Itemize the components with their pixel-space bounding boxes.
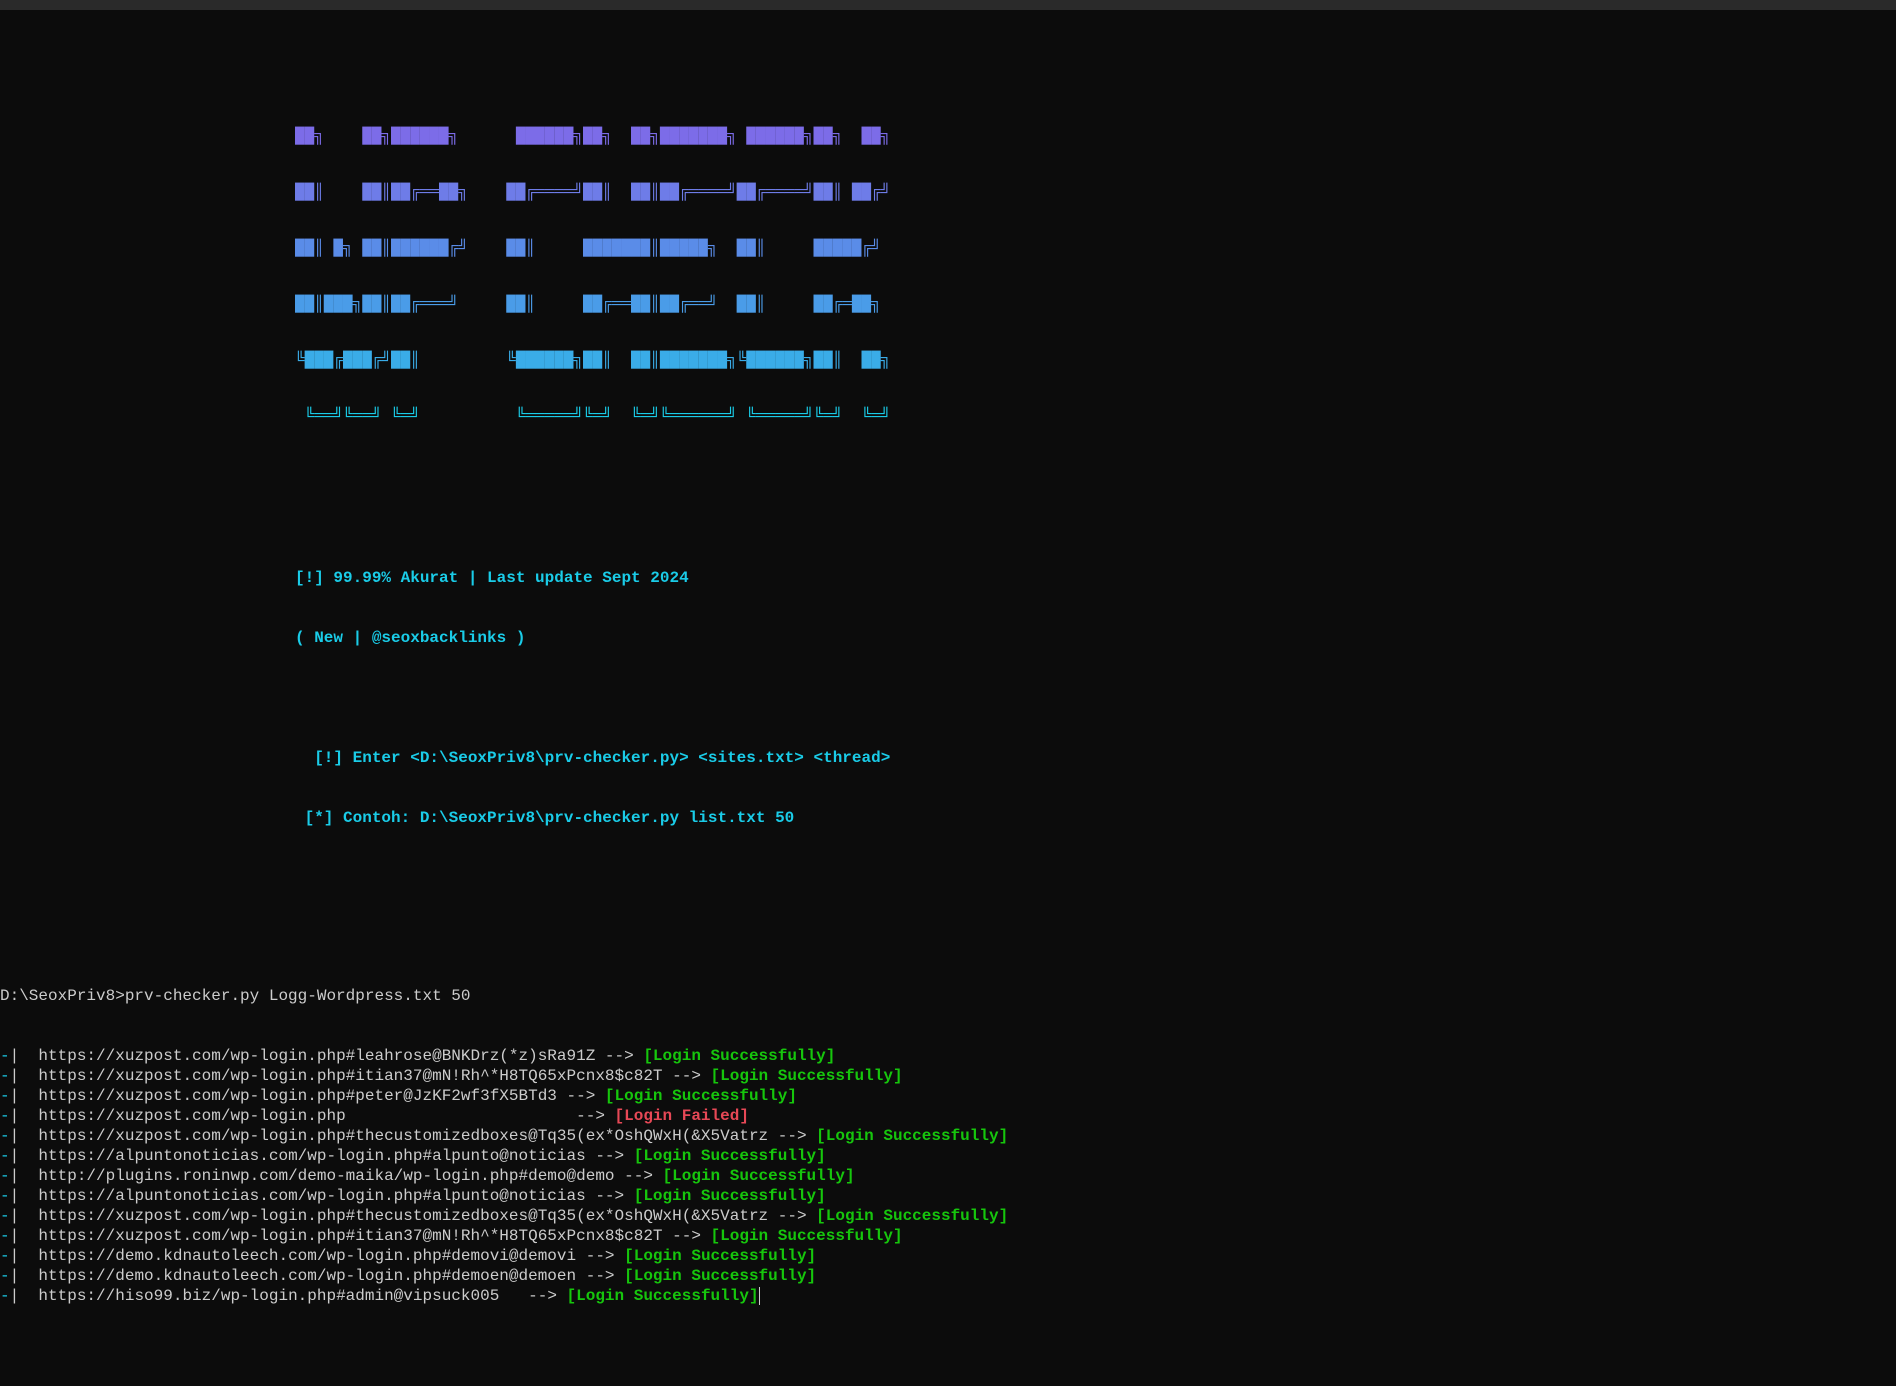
status-success: [Login Successfully] <box>567 1287 759 1305</box>
command-prompt: D:\SeoxPriv8>prv-checker.py Logg-Wordpre… <box>0 986 1896 1006</box>
info-usage: [!] Enter <D:\SeoxPriv8\prv-checker.py> … <box>295 748 1896 768</box>
info-block: [!] 99.99% Akurat | Last update Sept 202… <box>0 524 1896 868</box>
row-arrow: --> <box>672 1067 710 1085</box>
result-row: -| https://hiso99.biz/wp-login.php#admin… <box>0 1286 1896 1306</box>
row-arrow: --> <box>778 1127 816 1145</box>
row-dash: - <box>0 1267 10 1285</box>
row-dash: - <box>0 1187 10 1205</box>
window-titlebar <box>0 0 1896 10</box>
result-row: -| http://plugins.roninwp.com/demo-maika… <box>0 1166 1896 1186</box>
row-dash: - <box>0 1287 10 1305</box>
row-arrow: --> <box>778 1207 816 1225</box>
info-credits: ( New | @seoxbacklinks ) <box>295 628 1896 648</box>
row-arrow: --> <box>576 1107 614 1125</box>
status-success: [Login Successfully] <box>634 1147 826 1165</box>
row-dash: - <box>0 1047 10 1065</box>
info-accuracy: [!] 99.99% Akurat | Last update Sept 202… <box>295 568 1896 588</box>
row-url: https://xuzpost.com/wp-login.php#thecust… <box>38 1127 777 1145</box>
status-success: [Login Successfully] <box>605 1087 797 1105</box>
row-dash: - <box>0 1147 10 1165</box>
row-pipe: | <box>10 1267 39 1285</box>
row-arrow: --> <box>595 1187 633 1205</box>
row-dash: - <box>0 1067 10 1085</box>
banner-line: ██║ █╗ ██║██████╔╝ ██║ ███████║█████╗ ██… <box>295 240 1896 256</box>
row-dash: - <box>0 1087 10 1105</box>
row-url: https://xuzpost.com/wp-login.php#itian37… <box>38 1227 672 1245</box>
status-success: [Login Successfully] <box>816 1127 1008 1145</box>
row-dash: - <box>0 1207 10 1225</box>
banner-line: ██║ ██║██╔══██╗ ██╔════╝██║ ██║██╔════╝█… <box>295 184 1896 200</box>
output-block: D:\SeoxPriv8>prv-checker.py Logg-Wordpre… <box>0 928 1896 1346</box>
row-pipe: | <box>10 1107 39 1125</box>
row-url: https://demo.kdnautoleech.com/wp-login.p… <box>38 1247 585 1265</box>
row-pipe: | <box>10 1087 39 1105</box>
row-arrow: --> <box>624 1167 662 1185</box>
result-row: -| https://xuzpost.com/wp-login.php#thec… <box>0 1126 1896 1146</box>
row-dash: - <box>0 1167 10 1185</box>
row-dash: - <box>0 1127 10 1145</box>
row-arrow: --> <box>528 1287 566 1305</box>
status-success: [Login Successfully] <box>816 1207 1008 1225</box>
result-row: -| https://xuzpost.com/wp-login.php#pete… <box>0 1086 1896 1106</box>
status-failed: [Login Failed] <box>615 1107 749 1125</box>
row-url: https://xuzpost.com/wp-login.php#leahros… <box>38 1047 605 1065</box>
row-pipe: | <box>10 1147 39 1165</box>
status-success: [Login Successfully] <box>643 1047 835 1065</box>
row-url: https://alpuntonoticias.com/wp-login.php… <box>38 1147 595 1165</box>
row-arrow: --> <box>586 1247 624 1265</box>
result-rows: -| https://xuzpost.com/wp-login.php#leah… <box>0 1046 1896 1306</box>
status-success: [Login Successfully] <box>634 1187 826 1205</box>
row-pipe: | <box>10 1207 39 1225</box>
banner-line: ██╗ ██╗██████╗ ██████╗██╗ ██╗███████╗ ██… <box>295 128 1896 144</box>
row-url: http://plugins.roninwp.com/demo-maika/wp… <box>38 1167 624 1185</box>
row-pipe: | <box>10 1187 39 1205</box>
row-url: https://xuzpost.com/wp-login.php#itian37… <box>38 1067 672 1085</box>
row-arrow: --> <box>567 1087 605 1105</box>
row-pipe: | <box>10 1227 39 1245</box>
row-pipe: | <box>10 1167 39 1185</box>
result-row: -| https://xuzpost.com/wp-login.php#itia… <box>0 1226 1896 1246</box>
terminal-output[interactable]: ██╗ ██╗██████╗ ██████╗██╗ ██╗███████╗ ██… <box>0 10 1896 1386</box>
banner-line: ╚███╔███╔╝██║ ╚██████╗██║ ██║███████╗╚██… <box>295 352 1896 368</box>
row-url: https://hiso99.biz/wp-login.php#admin@vi… <box>38 1287 528 1305</box>
banner-line: ╚══╝╚══╝ ╚═╝ ╚═════╝╚═╝ ╚═╝╚══════╝ ╚═══… <box>295 408 1896 424</box>
row-pipe: | <box>10 1287 39 1305</box>
result-row: -| https://xuzpost.com/wp-login.php#thec… <box>0 1206 1896 1226</box>
status-success: [Login Successfully] <box>663 1167 855 1185</box>
row-pipe: | <box>10 1247 39 1265</box>
status-success: [Login Successfully] <box>624 1247 816 1265</box>
result-row: -| https://demo.kdnautoleech.com/wp-logi… <box>0 1246 1896 1266</box>
result-row: -| https://xuzpost.com/wp-login.php#itia… <box>0 1066 1896 1086</box>
row-arrow: --> <box>672 1227 710 1245</box>
row-url: https://alpuntonoticias.com/wp-login.php… <box>38 1187 595 1205</box>
row-arrow: --> <box>586 1267 624 1285</box>
status-success: [Login Successfully] <box>624 1267 816 1285</box>
row-dash: - <box>0 1107 10 1125</box>
banner-line: ██║███╗██║██╔═══╝ ██║ ██╔══██║██╔══╝ ██║… <box>295 296 1896 312</box>
result-row: -| https://alpuntonoticias.com/wp-login.… <box>0 1146 1896 1166</box>
info-blank <box>295 688 1896 708</box>
result-row: -| https://xuzpost.com/wp-login.php#leah… <box>0 1046 1896 1066</box>
row-pipe: | <box>10 1047 39 1065</box>
status-success: [Login Successfully] <box>711 1227 903 1245</box>
row-arrow: --> <box>595 1147 633 1165</box>
row-dash: - <box>0 1227 10 1245</box>
text-cursor <box>759 1287 760 1305</box>
info-example: [*] Contoh: D:\SeoxPriv8\prv-checker.py … <box>295 808 1896 828</box>
row-url: https://xuzpost.com/wp-login.php#peter@J… <box>38 1087 566 1105</box>
row-url: https://xuzpost.com/wp-login.php <box>38 1107 576 1125</box>
result-row: -| https://xuzpost.com/wp-login.php --> … <box>0 1106 1896 1126</box>
row-pipe: | <box>10 1127 39 1145</box>
row-dash: - <box>0 1247 10 1265</box>
row-url: https://xuzpost.com/wp-login.php#thecust… <box>38 1207 777 1225</box>
row-url: https://demo.kdnautoleech.com/wp-login.p… <box>38 1267 585 1285</box>
row-arrow: --> <box>605 1047 643 1065</box>
status-success: [Login Successfully] <box>711 1067 903 1085</box>
result-row: -| https://alpuntonoticias.com/wp-login.… <box>0 1186 1896 1206</box>
result-row: -| https://demo.kdnautoleech.com/wp-logi… <box>0 1266 1896 1286</box>
ascii-banner: ██╗ ██╗██████╗ ██████╗██╗ ██╗███████╗ ██… <box>0 70 1896 464</box>
row-pipe: | <box>10 1067 39 1085</box>
